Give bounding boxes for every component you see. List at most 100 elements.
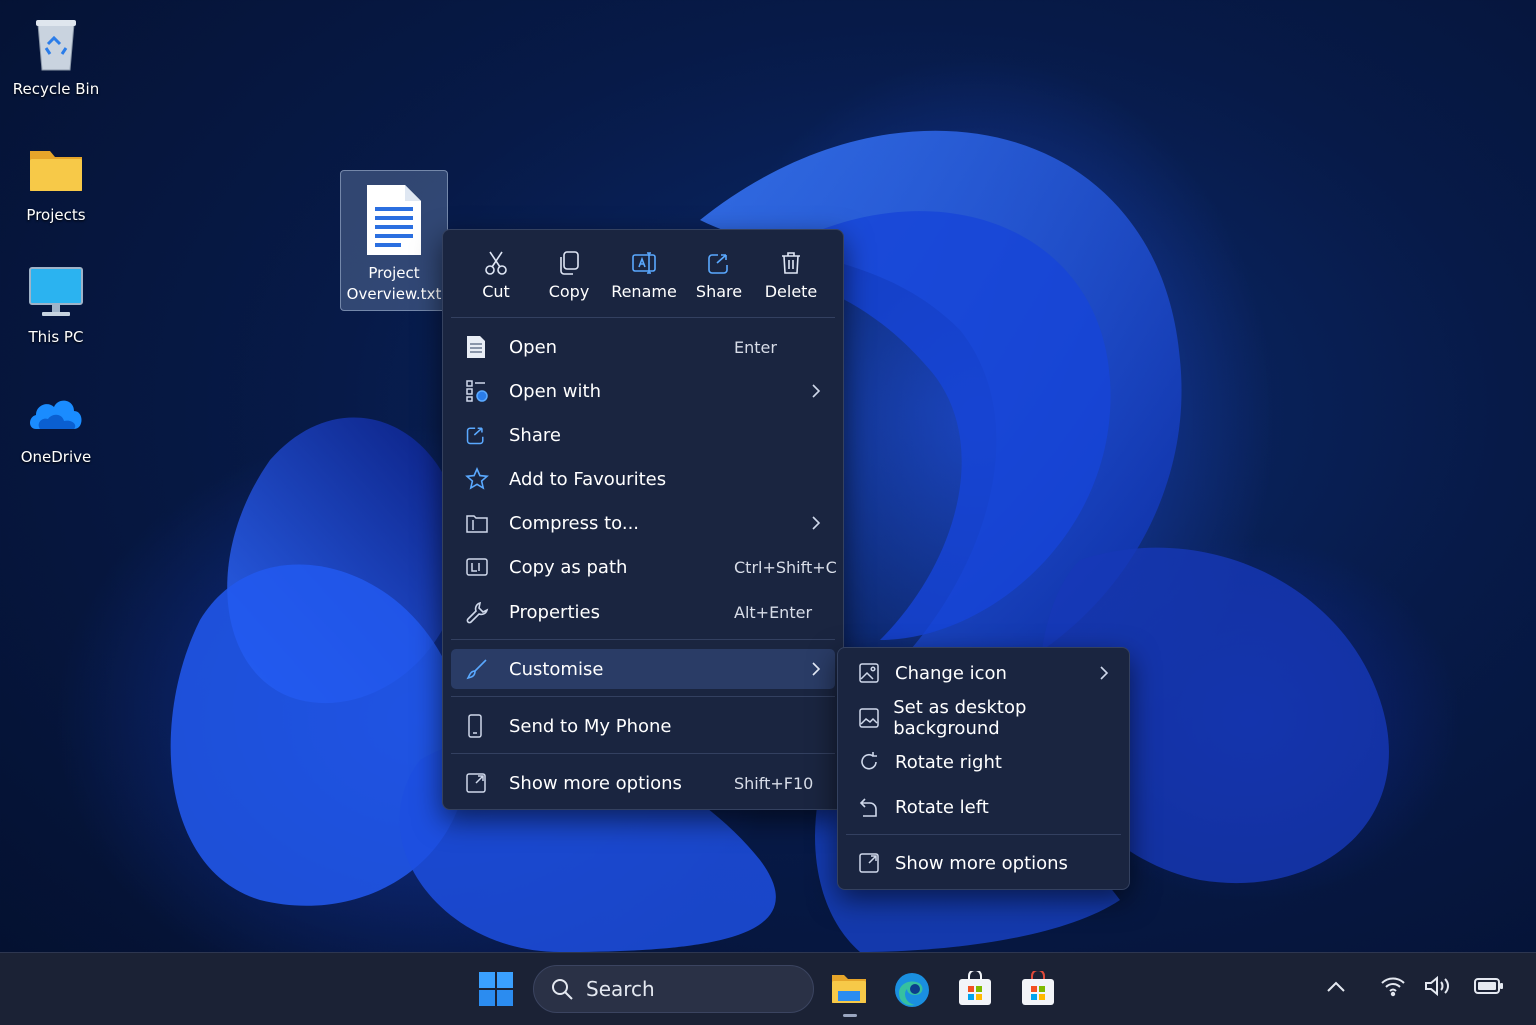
brush-icon (466, 659, 487, 680)
submenu-item-show-more-options[interactable]: Show more options (844, 843, 1123, 883)
rename-label: Rename (611, 282, 677, 301)
cut-label: Cut (482, 282, 510, 301)
chevron-right-icon (812, 516, 821, 530)
submenu-item-set-as-desktop-background[interactable]: Set as desktop background (844, 697, 1123, 739)
wifi-button[interactable] (1380, 975, 1406, 1001)
wifi-icon (1381, 977, 1405, 997)
chevron-right-icon (812, 662, 821, 676)
desktop-icon-recycle-bin[interactable]: Recycle Bin (1, 14, 111, 98)
folder-icon (30, 151, 82, 191)
taskbar: Search (0, 952, 1536, 1025)
show-hidden-icons-button[interactable] (1325, 979, 1347, 999)
copy-icon (560, 251, 579, 275)
volume-icon (1425, 975, 1449, 997)
store-icon (1022, 969, 1054, 1005)
search-placeholder: Search (586, 977, 655, 1001)
menu-item-send-to-my-phone[interactable]: Send to My Phone (451, 706, 835, 746)
chevron-right-icon (812, 384, 821, 398)
delete-label: Delete (764, 282, 818, 301)
context-menu-toolbar: Cut Copy Rename Share Delete (443, 230, 843, 316)
menu-item-open-with[interactable]: Open with (451, 371, 835, 411)
menu-item-customise[interactable]: Customise (451, 649, 835, 689)
shortcut-text: Ctrl+Shift+C (734, 557, 837, 577)
submenu-item-label: Set as desktop background (893, 697, 1027, 739)
desktop-icon-label: OneDrive (20, 448, 92, 466)
share-button[interactable]: Share (683, 246, 755, 308)
battery-button[interactable] (1474, 977, 1504, 999)
submenu-item-change-icon[interactable]: Change icon (844, 653, 1123, 693)
menu-item-label: Copy as path (509, 556, 628, 578)
volume-button[interactable] (1424, 975, 1452, 1001)
desktop-icon-projects[interactable]: Projects (1, 140, 111, 224)
menu-item-add-to-favourites[interactable]: Add to Favourites (451, 459, 835, 499)
rotate-left-icon (859, 798, 877, 817)
menu-item-label: Compress to... (509, 512, 640, 534)
search-icon (552, 979, 573, 1000)
menu-divider (451, 753, 835, 754)
shortcut-text: Enter (734, 337, 777, 357)
desktop-icon-onedrive[interactable]: OneDrive (1, 382, 111, 466)
menu-divider (451, 317, 835, 318)
recycle-bin-icon (36, 20, 76, 71)
submenu-item-rotate-right[interactable]: Rotate right (844, 742, 1123, 782)
menu-item-compress-to[interactable]: Compress to... (451, 503, 835, 543)
menu-item-open[interactable]: Open Enter (451, 327, 835, 367)
menu-item-label: Properties (509, 601, 600, 623)
menu-divider (451, 696, 835, 697)
rotate-right-icon (861, 752, 877, 770)
text-document-icon (367, 185, 421, 255)
delete-button[interactable]: Delete (755, 246, 827, 308)
taskbar-app-file-explorer[interactable] (830, 971, 868, 1009)
store-icon (959, 969, 991, 1005)
menu-item-label: Show more options (509, 772, 682, 794)
menu-item-share[interactable]: Share (451, 415, 835, 455)
taskbar-app-edge[interactable] (893, 971, 931, 1013)
open-with-icon (466, 380, 488, 402)
submenu-item-label: Change icon (895, 662, 1007, 684)
desktop-icon-label: Recycle Bin (12, 80, 100, 98)
menu-item-show-more-options[interactable]: Show more options Shift+F10 (451, 763, 835, 803)
copy-label: Copy (548, 282, 590, 301)
rename-button[interactable]: Rename (608, 246, 680, 308)
trash-icon (782, 252, 800, 274)
share-icon (466, 427, 484, 445)
submenu-item-label: Show more options (895, 852, 1068, 874)
menu-divider (846, 834, 1121, 835)
menu-item-properties[interactable]: Properties Alt+Enter (451, 592, 835, 632)
expand-icon (859, 853, 879, 873)
menu-item-label: Add to Favourites (509, 468, 667, 490)
shortcut-text: Shift+F10 (734, 773, 814, 793)
desktop-icon-label: Projects (26, 206, 86, 224)
shortcut-text: Alt+Enter (734, 602, 813, 622)
menu-item-copy-as-path[interactable]: Copy as path Ctrl+Shift+C (451, 547, 837, 587)
share-label: Share (695, 282, 743, 301)
rename-icon (632, 252, 656, 274)
share-icon (708, 254, 728, 274)
scissors-icon (485, 251, 507, 275)
file-explorer-icon (832, 975, 866, 1003)
menu-item-label: Customise (509, 658, 604, 680)
menu-item-label: Open with (509, 380, 601, 402)
submenu-item-label: Rotate right (895, 751, 1002, 773)
wrench-icon (466, 601, 489, 624)
monitor-icon (29, 267, 83, 316)
taskbar-search-box[interactable]: Search (533, 965, 814, 1013)
chevron-up-icon (1327, 981, 1345, 992)
chevron-right-icon (1100, 666, 1109, 680)
image-icon (859, 663, 879, 683)
taskbar-app-store-2[interactable] (1020, 969, 1056, 1011)
menu-item-label: Share (509, 424, 561, 446)
expand-icon (466, 773, 486, 793)
cut-button[interactable]: Cut (460, 246, 532, 308)
taskbar-app-store[interactable] (957, 969, 993, 1011)
start-icon (479, 972, 513, 1006)
copy-button[interactable]: Copy (533, 246, 605, 308)
image-icon (859, 708, 879, 728)
desktop-icon-this-pc[interactable]: This PC (1, 262, 111, 346)
customise-submenu: Change icon Set as desktop background Ro… (837, 647, 1130, 890)
file-name-line1: Project (368, 264, 420, 282)
start-button[interactable] (478, 971, 514, 1011)
submenu-item-rotate-left[interactable]: Rotate left (844, 787, 1123, 827)
running-indicator (843, 1014, 857, 1017)
desktop-file-project-overview[interactable]: Project Overview.txt (340, 170, 448, 311)
